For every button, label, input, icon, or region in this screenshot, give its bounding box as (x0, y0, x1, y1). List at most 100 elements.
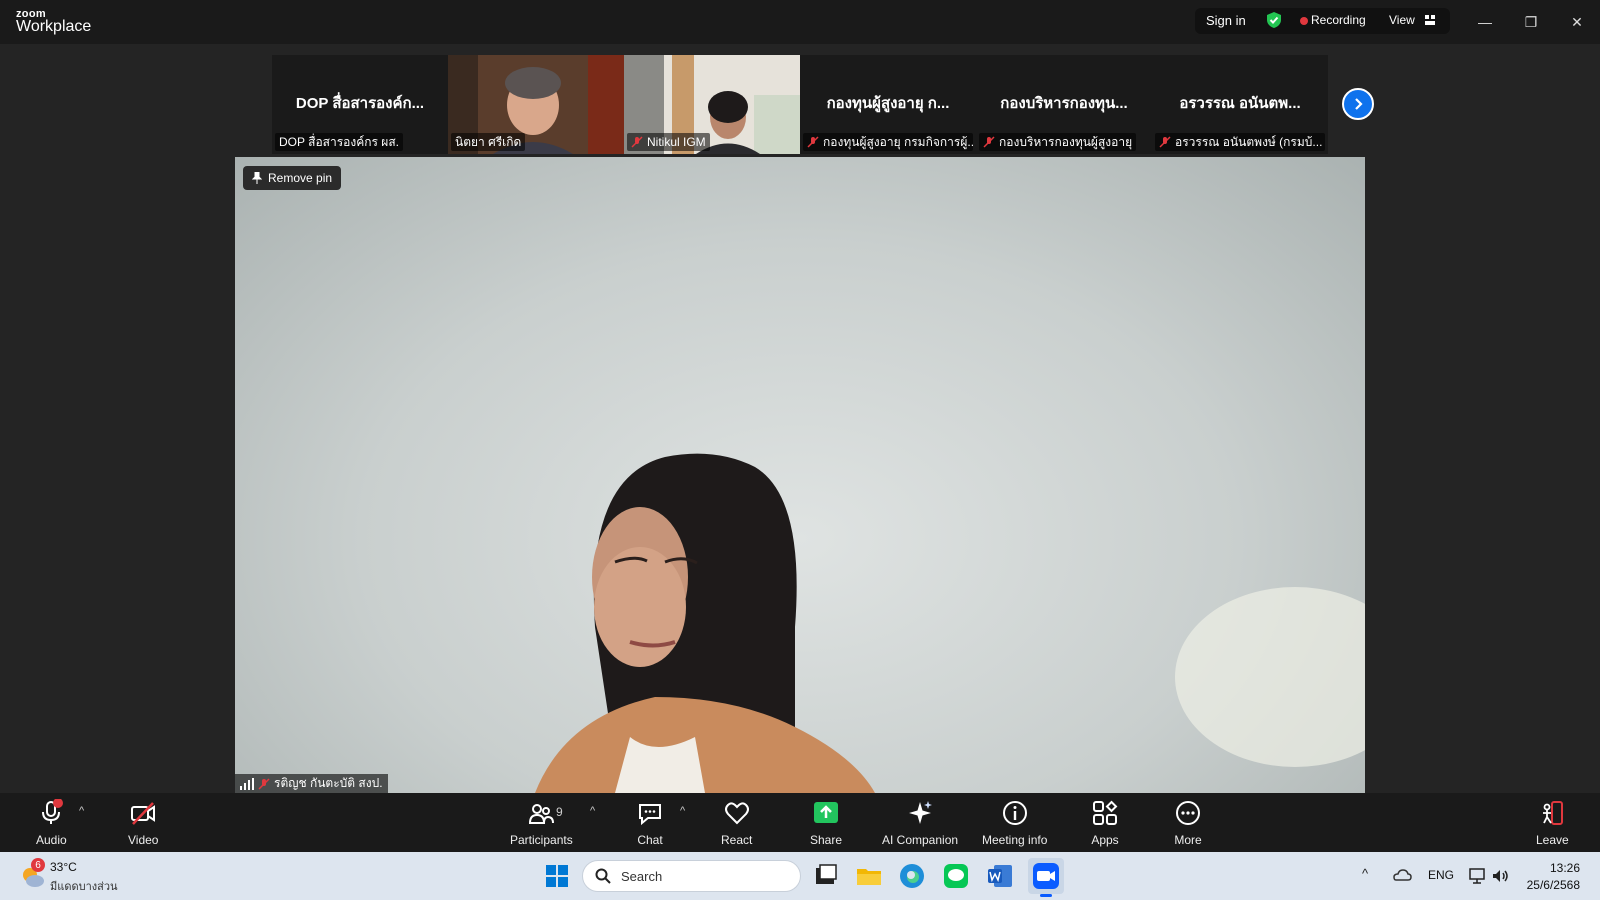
recording-indicator[interactable]: Recording (1311, 13, 1366, 27)
meeting-info-button[interactable]: Meeting info (982, 799, 1047, 847)
speaker-video-icon (535, 453, 1365, 793)
next-page-button[interactable] (1342, 88, 1374, 120)
chat-options-caret-icon[interactable]: ^ (680, 805, 685, 817)
gallery-tile-video[interactable]: Nitikul IGM (624, 55, 800, 154)
video-label: Video (128, 833, 159, 847)
ai-companion-label: AI Companion (882, 833, 959, 847)
weather-temperature: 33°C (50, 860, 77, 874)
security-shield-icon[interactable] (1265, 11, 1283, 29)
chevron-right-icon (1355, 98, 1363, 110)
file-explorer-icon[interactable] (855, 862, 883, 890)
tile-name: DOP สื่อสารองค์ก... (295, 95, 425, 112)
tile-label: กองทุนผู้สูงอายุ กรมกิจการผู้... (803, 133, 973, 151)
search-icon (595, 868, 611, 884)
share-screen-icon (814, 802, 839, 823)
more-button[interactable]: More (1174, 799, 1202, 847)
participants-icon (529, 804, 555, 824)
restore-window-icon[interactable]: ❐ (1519, 10, 1543, 34)
grid-view-icon (1425, 15, 1435, 25)
react-label: React (721, 833, 753, 847)
leave-label: Leave (1536, 833, 1569, 847)
chat-icon (639, 804, 661, 826)
apps-label: Apps (1091, 833, 1119, 847)
participants-count: 9 (556, 805, 563, 819)
task-view-icon[interactable] (812, 862, 840, 890)
show-hidden-icons-caret-icon[interactable]: ^ (1362, 866, 1368, 881)
tile-label: DOP สื่อสารองค์กร ผส. (275, 133, 403, 151)
speaker-name: รติญช กันตะบัติ สงป. (274, 776, 383, 790)
language-indicator[interactable]: ENG (1428, 868, 1454, 882)
participants-options-caret-icon[interactable]: ^ (590, 805, 595, 817)
more-label: More (1174, 833, 1202, 847)
gallery-tile-video[interactable]: นิตยา ศรีเกิด (448, 55, 624, 154)
workplace-logo: Workplace (16, 18, 92, 35)
participants-label: Participants (510, 833, 573, 847)
tile-name: อรวรรณ อนันตพ... (1179, 95, 1301, 112)
participant-name: Nitikul IGM (647, 135, 706, 149)
windows-start-icon[interactable] (545, 864, 569, 888)
mic-muted-icon (1159, 136, 1171, 148)
clock-time[interactable]: 13:26 (1540, 861, 1580, 875)
minimize-window-icon[interactable]: — (1473, 10, 1497, 34)
pinned-video[interactable] (235, 157, 1365, 793)
mic-muted-icon (983, 136, 995, 148)
participant-name: อรวรรณ อนันตพงษ์ (กรมบ้... (1175, 134, 1323, 149)
heart-icon (724, 802, 749, 825)
sparkle-icon (909, 801, 933, 824)
participant-name: นิตยา ศรีเกิด (455, 134, 522, 149)
onedrive-sync-icon[interactable] (1392, 866, 1412, 886)
participant-name: กองทุนผู้สูงอายุ กรมกิจการผู้... (823, 134, 973, 149)
volume-icon[interactable] (1490, 866, 1510, 886)
gallery-tile[interactable]: DOP สื่อสารองค์ก... DOP สื่อสารองค์กร ผส… (272, 55, 448, 154)
audio-label: Audio (36, 833, 67, 847)
participant-name: กองบริหารกองทุนผู้สูงอายุ (999, 134, 1133, 149)
gallery-tile[interactable]: อรวรรณ อนันตพ... อรวรรณ อนันตพงษ์ (กรมบ้… (1152, 55, 1328, 154)
taskbar-search-box[interactable]: Search (582, 860, 801, 892)
more-icon (1176, 801, 1200, 825)
word-app-icon[interactable] (986, 862, 1014, 890)
search-label: Search (621, 868, 663, 884)
video-off-icon (131, 802, 156, 825)
video-button[interactable]: Video (128, 799, 158, 847)
weather-description: มีแดดบางส่วน (50, 881, 118, 893)
leave-door-icon (1543, 801, 1564, 825)
info-icon (1002, 801, 1027, 825)
line-app-icon[interactable] (942, 862, 970, 890)
tile-label: อรวรรณ อนันตพงษ์ (กรมบ้... (1155, 133, 1325, 151)
meeting-info-label: Meeting info (982, 833, 1048, 847)
zoom-active-indicator (1040, 894, 1052, 897)
tile-label: Nitikul IGM (627, 133, 710, 151)
share-button[interactable]: Share (810, 799, 842, 847)
ai-companion-button[interactable]: AI Companion (882, 799, 958, 847)
network-icon[interactable] (1468, 866, 1488, 886)
gallery-tile[interactable]: กองบริหารกองทุน... กองบริหารกองทุนผู้สูง… (976, 55, 1152, 154)
clock-date[interactable]: 25/6/2568 (1515, 878, 1580, 892)
zoom-app-icon[interactable] (1032, 862, 1060, 890)
mic-muted-icon (807, 136, 819, 148)
chat-button[interactable]: Chat (636, 799, 664, 847)
signal-strength-icon (240, 777, 254, 790)
pin-icon (252, 172, 262, 184)
gallery-tile[interactable]: กองทุนผู้สูงอายุ ก... กองทุนผู้สูงอายุ ก… (800, 55, 976, 154)
close-window-icon[interactable]: ✕ (1565, 10, 1589, 34)
leave-button[interactable]: Leave (1536, 799, 1569, 847)
tile-label: กองบริหารกองทุนผู้สูงอายุ (979, 133, 1137, 151)
audio-options-caret-icon[interactable]: ^ (79, 805, 84, 817)
view-button[interactable]: View (1389, 13, 1415, 27)
mic-muted-icon (631, 136, 643, 148)
edge-browser-icon[interactable] (898, 862, 926, 890)
participant-name: DOP สื่อสารองค์กร ผส. (279, 134, 399, 149)
tile-label: นิตยา ศรีเกิด (451, 133, 526, 151)
sign-in-button[interactable]: Sign in (1206, 13, 1246, 28)
apps-icon (1093, 800, 1118, 825)
mic-muted-icon (258, 777, 270, 790)
recording-dot-icon (1300, 17, 1308, 25)
microphone-icon (42, 799, 64, 824)
audio-button[interactable]: Audio (36, 799, 67, 847)
tile-name: กองบริหารกองทุน... (1000, 95, 1128, 112)
participants-button[interactable]: Participants (510, 799, 573, 847)
speaker-name-label: รติญช กันตะบัติ สงป. (235, 774, 388, 793)
react-button[interactable]: React (721, 799, 752, 847)
apps-button[interactable]: Apps (1091, 799, 1119, 847)
remove-pin-button[interactable]: Remove pin (243, 166, 342, 190)
